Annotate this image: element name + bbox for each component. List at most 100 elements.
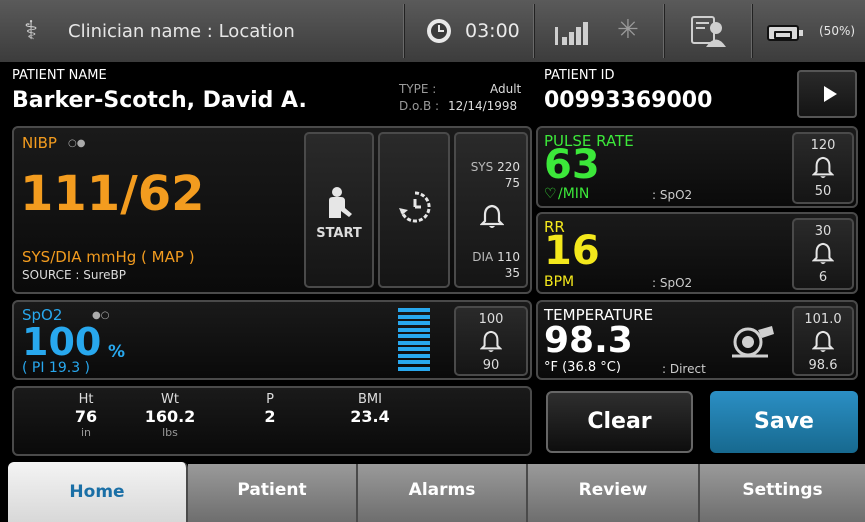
temperature-value: 98.3 bbox=[544, 320, 633, 361]
pain-field: P 2 bbox=[250, 392, 290, 426]
tab-settings[interactable]: Settings bbox=[700, 464, 865, 522]
pain-value: 2 bbox=[264, 407, 276, 426]
heart-icon: ♡ bbox=[544, 186, 557, 202]
user-button[interactable] bbox=[664, 4, 752, 58]
patient-start-icon bbox=[329, 187, 352, 218]
signal-bar-segment bbox=[398, 334, 430, 338]
nibp-start-button[interactable]: START bbox=[304, 132, 374, 288]
battery-status[interactable]: (50%) bbox=[752, 4, 860, 58]
clinician-location-button[interactable]: ⚕ Clinician name : Location bbox=[6, 4, 404, 58]
rr-alarm-high: 30 bbox=[814, 224, 832, 239]
spo2-value: 100 bbox=[22, 320, 102, 364]
signal-bar-segment bbox=[398, 340, 430, 345]
nibp-units: SYS/DIA mmHg ( MAP ) bbox=[22, 248, 195, 266]
temperature-alarm-limits-button[interactable]: 101.0 98.6 bbox=[792, 306, 854, 376]
spo2-alarm-low: 90 bbox=[482, 358, 500, 373]
patient-next-button[interactable] bbox=[797, 70, 857, 118]
pulse-rate-source: : SpO2 bbox=[652, 188, 693, 202]
caduceus-icon: ⚕ bbox=[24, 16, 39, 46]
pulse-alarm-high: 120 bbox=[810, 138, 836, 153]
height-field: Ht 76 in bbox=[56, 392, 116, 439]
patient-name-area[interactable]: PATIENT NAME Barker-Scotch, David A. TYP… bbox=[12, 64, 532, 122]
pulse-rate-alarm-limits-button[interactable]: 120 50 bbox=[792, 132, 854, 204]
dia-limits: DIA 110 bbox=[472, 250, 520, 264]
weight-unit: lbs bbox=[162, 426, 178, 439]
alarm-bell-icon bbox=[480, 330, 502, 353]
rr-alarm-low: 6 bbox=[818, 270, 828, 285]
dob-label: D.o.B : bbox=[399, 99, 440, 113]
pulse-rate-unit: /MIN bbox=[558, 186, 590, 202]
patient-id: 00993369000 bbox=[544, 88, 713, 113]
clinician-location-text: Clinician name : Location bbox=[68, 21, 295, 42]
patient-id-area[interactable]: PATIENT ID 00993369000 bbox=[544, 64, 784, 122]
dob-value: 12/14/1998 bbox=[448, 99, 518, 113]
pulse-alarm-low: 50 bbox=[814, 184, 832, 199]
manual-parameters-panel[interactable]: Ht 76 in Wt 160.2 lbs P 2 BMI 23.4 bbox=[12, 386, 532, 456]
dia-low: 35 bbox=[504, 266, 520, 280]
spo2-alarm-high: 100 bbox=[478, 312, 504, 327]
temperature-alarm-high: 101.0 bbox=[804, 312, 842, 327]
signal-bar-segment bbox=[398, 327, 430, 332]
nibp-panel[interactable]: NIBP ○● 111/62 SYS/DIA mmHg ( MAP ) SOUR… bbox=[12, 126, 532, 294]
alarm-bell-icon bbox=[480, 204, 504, 228]
weight-field: Wt 160.2 lbs bbox=[130, 392, 210, 439]
sync-spinner-icon: ✳ bbox=[617, 15, 639, 45]
pulse-rate-panel[interactable]: PULSE RATE 63 ♡ /MIN : SpO2 120 50 bbox=[536, 126, 858, 208]
nibp-start-label: START bbox=[316, 226, 362, 241]
rr-unit: BPM bbox=[544, 274, 575, 290]
spo2-pi: ( PI 19.3 ) bbox=[22, 360, 91, 376]
clock-button[interactable]: 03:00 bbox=[404, 4, 534, 58]
nibp-title: NIBP bbox=[22, 134, 57, 152]
weight-label: Wt bbox=[161, 392, 179, 407]
temperature-alarm-low: 98.6 bbox=[808, 358, 838, 373]
temperature-source: : Direct bbox=[662, 362, 706, 376]
tab-home[interactable]: Home bbox=[8, 462, 188, 522]
signal-bar-segment bbox=[398, 347, 430, 351]
signal-strength-icon bbox=[555, 19, 595, 45]
patient-id-label: PATIENT ID bbox=[544, 68, 615, 83]
save-button[interactable]: Save bbox=[710, 391, 858, 453]
dia-label: DIA bbox=[472, 250, 494, 264]
temperature-mode-icon[interactable] bbox=[728, 324, 778, 358]
height-unit: in bbox=[80, 426, 92, 439]
clock-icon bbox=[427, 19, 451, 43]
rr-alarm-limits-button[interactable]: 30 6 bbox=[792, 218, 854, 290]
rr-value: 16 bbox=[544, 228, 600, 274]
clock-time: 03:00 bbox=[465, 20, 520, 42]
tab-alarms[interactable]: Alarms bbox=[358, 464, 528, 522]
nibp-interval-button[interactable] bbox=[378, 132, 450, 288]
signal-bar-segment bbox=[398, 314, 430, 319]
spo2-panel[interactable]: SpO2 ●○ 100 % ( PI 19.3 ) 100 90 bbox=[12, 300, 532, 380]
signal-bar-segment bbox=[398, 308, 430, 312]
clear-button[interactable]: Clear bbox=[546, 391, 693, 453]
signal-bar-segment bbox=[398, 321, 430, 325]
dia-high: 110 bbox=[497, 250, 520, 264]
signal-bar-segment bbox=[398, 353, 430, 358]
status-bar: ⚕ Clinician name : Location 03:00 ✳ (50%… bbox=[0, 0, 865, 62]
rr-panel[interactable]: RR 16 BPM : SpO2 30 6 bbox=[536, 212, 858, 294]
tab-patient[interactable]: Patient bbox=[188, 464, 358, 522]
alarm-bell-icon bbox=[812, 330, 834, 353]
connectivity-status[interactable]: ✳ bbox=[534, 4, 664, 58]
tab-review[interactable]: Review bbox=[528, 464, 700, 522]
weight-value: 160.2 bbox=[144, 407, 196, 426]
nibp-alarm-limits-button[interactable]: SYS 220 75 DIA 110 35 bbox=[454, 132, 528, 288]
height-value: 76 bbox=[74, 407, 98, 426]
patient-type-value: Adult bbox=[490, 82, 522, 96]
spo2-alarm-limits-button[interactable]: 100 90 bbox=[454, 306, 528, 376]
rr-source: : SpO2 bbox=[652, 276, 693, 290]
alarm-bell-icon bbox=[812, 156, 834, 179]
spo2-unit: % bbox=[108, 342, 126, 362]
nibp-page-dots: ○● bbox=[68, 138, 86, 149]
signal-bar-segment bbox=[398, 360, 430, 364]
patient-name-label: PATIENT NAME bbox=[12, 68, 107, 83]
height-label: Ht bbox=[78, 392, 94, 407]
spo2-signal-bar bbox=[398, 308, 432, 374]
battery-icon bbox=[767, 25, 803, 41]
temperature-panel[interactable]: TEMPERATURE 98.3 °F (36.8 °C) : Direct 1… bbox=[536, 300, 858, 380]
battery-percent: (50%) bbox=[819, 24, 856, 38]
pain-label: P bbox=[266, 392, 274, 407]
clinician-user-icon bbox=[691, 16, 726, 47]
sys-high: 220 bbox=[497, 160, 520, 174]
bmi-field: BMI 23.4 bbox=[340, 392, 400, 426]
